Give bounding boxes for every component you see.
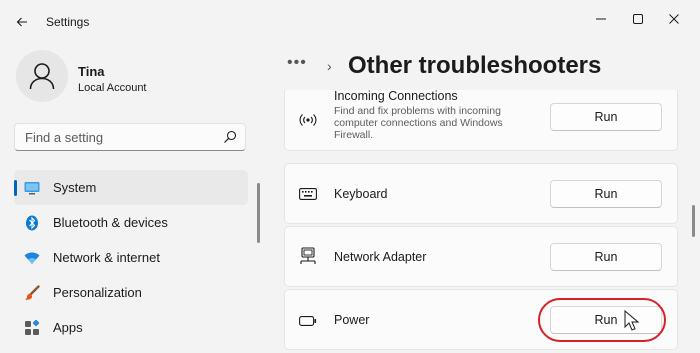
troubleshooter-list: Incoming Connections Find and fix proble… — [284, 90, 678, 353]
troubleshooter-power: Power Run — [284, 289, 678, 350]
run-button[interactable]: Run — [550, 243, 662, 271]
avatar — [16, 50, 68, 102]
run-button[interactable]: Run — [550, 103, 662, 131]
sidebar-item-label: Network & internet — [53, 250, 160, 265]
troubleshooter-title: Incoming Connections — [334, 90, 458, 103]
bluetooth-icon — [24, 215, 40, 231]
content-scrollbar[interactable] — [692, 205, 695, 237]
sidebar-item-label: Personalization — [53, 285, 142, 300]
chevron-right-icon: › — [327, 58, 332, 74]
minimize-icon — [596, 18, 606, 20]
back-arrow-icon — [16, 17, 27, 27]
maximize-icon — [633, 14, 643, 24]
user-name: Tina — [78, 64, 105, 79]
troubleshooter-description: Find and fix problems with incoming comp… — [334, 105, 503, 141]
troubleshooter-network-adapter: Network Adapter Run — [284, 226, 678, 287]
troubleshooter-keyboard: Keyboard Run — [284, 163, 678, 224]
close-icon — [669, 14, 679, 24]
app-title: Settings — [46, 15, 90, 29]
sidebar-item-label: System — [53, 180, 97, 195]
title-bar: Settings — [0, 0, 700, 44]
sidebar-item-bluetooth[interactable]: Bluetooth & devices — [14, 205, 248, 240]
sidebar-item-label: Bluetooth & devices — [53, 215, 168, 230]
apps-icon — [24, 320, 40, 336]
search-box[interactable] — [14, 123, 246, 151]
troubleshooter-title: Power — [334, 313, 370, 327]
run-button[interactable]: Run — [550, 180, 662, 208]
wireless-signal-icon — [299, 111, 317, 129]
run-button[interactable]: Run — [550, 306, 662, 334]
page-title: Other troubleshooters — [348, 52, 602, 79]
troubleshooter-incoming-connections: Incoming Connections Find and fix proble… — [284, 90, 678, 151]
battery-icon — [299, 312, 317, 330]
sidebar-item-system[interactable]: System — [14, 170, 248, 205]
network-adapter-icon — [299, 247, 317, 265]
account-type: Local Account — [78, 82, 147, 94]
sidebar-scrollbar[interactable] — [257, 183, 260, 243]
paintbrush-icon — [24, 285, 40, 301]
wifi-icon — [24, 250, 40, 266]
close-button[interactable] — [651, 4, 697, 34]
sidebar-item-network[interactable]: Network & internet — [14, 240, 248, 275]
troubleshooter-title: Network Adapter — [334, 250, 427, 264]
monitor-icon — [24, 180, 40, 196]
sidebar-nav: System Bluetooth & devices Network & int… — [0, 170, 252, 345]
back-button[interactable] — [10, 10, 34, 34]
breadcrumb-more-button[interactable]: ••• — [287, 54, 307, 72]
troubleshooter-title: Keyboard — [334, 187, 388, 201]
person-icon — [29, 63, 55, 90]
search-icon[interactable] — [223, 130, 237, 144]
sidebar-item-label: Apps — [53, 320, 83, 335]
search-input[interactable] — [23, 129, 217, 146]
sidebar-item-personalization[interactable]: Personalization — [14, 275, 248, 310]
keyboard-icon — [299, 185, 317, 203]
sidebar-item-apps[interactable]: Apps — [14, 310, 248, 345]
selection-indicator — [14, 180, 17, 196]
